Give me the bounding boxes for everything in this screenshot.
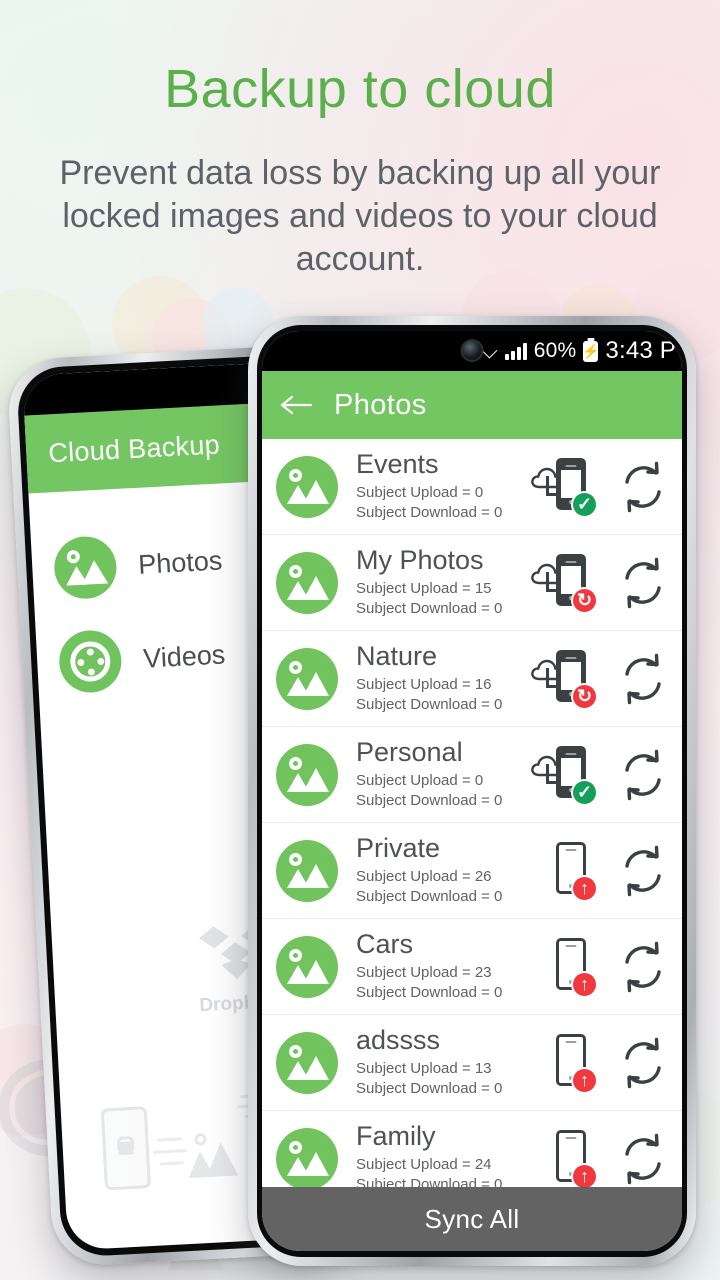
sync-button[interactable]: [604, 1036, 682, 1090]
album-row[interactable]: Family Subject Upload = 24 Subject Downloa…: [262, 1111, 682, 1187]
album-upload-count: Subject Upload = 0: [356, 484, 484, 502]
album-name: Events: [356, 448, 439, 479]
clock-label: 3:43 P: [605, 337, 676, 364]
album-info: Personal Subject Upload = 0 Subject Downlo…: [338, 736, 530, 812]
foreground-phone-mockup: ⌵ 60% ⚡ 3:43 P Photos Events Subject Uplo…: [248, 316, 696, 1266]
album-row[interactable]: Events Subject Upload = 0 Subject Download…: [262, 439, 682, 535]
album-download-count: Subject Download = 0: [356, 984, 503, 1002]
sync-button[interactable]: [604, 460, 682, 514]
locked-phone-icon: [100, 1106, 151, 1191]
retry-badge-icon: ↻: [571, 682, 598, 710]
album-info: Nature Subject Upload = 16 Subject Downloa…: [338, 640, 530, 716]
photo-icon: [276, 551, 338, 614]
sync-button[interactable]: [604, 556, 682, 610]
sync-button[interactable]: [604, 748, 682, 802]
album-row[interactable]: adssss Subject Upload = 13 Subject Downloa…: [262, 1015, 682, 1111]
sync-status-icon: ↻: [530, 646, 604, 712]
sync-status-icon: ↑: [530, 1126, 604, 1187]
album-upload-count: Subject Upload = 24: [356, 1156, 492, 1174]
album-info: Private Subject Upload = 26 Subject Downlo…: [338, 832, 530, 908]
album-download-count: Subject Download = 0: [356, 792, 503, 810]
album-download-count: Subject Download = 0: [356, 600, 503, 618]
page-subtitle: Prevent data loss by backing up all your…: [59, 154, 661, 278]
sync-status-icon: ↻: [530, 550, 604, 616]
album-upload-count: Subject Upload = 15: [356, 580, 492, 598]
sync-button[interactable]: [604, 1132, 682, 1186]
wifi-icon: ⌵: [481, 338, 498, 363]
photo-icon: [276, 839, 338, 902]
photo-icon: [276, 1031, 338, 1094]
sync-status-icon: ✓: [530, 742, 604, 808]
album-info: My Photos Subject Upload = 15 Subject Down…: [338, 544, 530, 620]
sync-status-icon: ↑: [530, 934, 604, 1000]
upload-badge-icon: ↑: [571, 970, 598, 998]
background-phone-title: Cloud Backup: [47, 428, 221, 468]
sync-status-icon: ↑: [530, 838, 604, 904]
battery-charging-icon: ⚡: [582, 340, 600, 362]
album-name: Nature: [356, 640, 438, 671]
retry-badge-icon: ↻: [571, 586, 598, 614]
album-download-count: Subject Download = 0: [356, 504, 503, 522]
photo-icon: [276, 647, 338, 710]
album-name: Cars: [356, 928, 414, 959]
back-arrow-icon[interactable]: [280, 393, 314, 417]
check-badge-icon: ✓: [571, 490, 598, 518]
album-info: Events Subject Upload = 0 Subject Download…: [338, 448, 530, 524]
album-download-count: Subject Download = 0: [356, 1080, 503, 1098]
album-upload-count: Subject Upload = 0: [356, 772, 484, 790]
film-reel-icon: [57, 628, 123, 695]
app-bar-title: Photos: [334, 388, 427, 421]
sync-button[interactable]: [604, 652, 682, 706]
sync-all-label: Sync All: [424, 1203, 520, 1234]
page-title: Backup to cloud: [164, 59, 556, 119]
check-badge-icon: ✓: [571, 778, 598, 806]
signal-bars-icon: [504, 342, 527, 360]
album-row[interactable]: Personal Subject Upload = 0 Subject Downlo…: [262, 727, 682, 823]
photo-icon: [52, 535, 118, 601]
sync-all-button[interactable]: Sync All: [262, 1187, 682, 1251]
upload-badge-icon: ↑: [571, 874, 598, 902]
album-name: Family: [356, 1120, 436, 1151]
album-download-count: Subject Download = 0: [356, 1176, 503, 1187]
album-row[interactable]: Nature Subject Upload = 16 Subject Downloa…: [262, 631, 682, 727]
front-camera-icon: [460, 339, 484, 362]
upload-badge-icon: ↑: [571, 1066, 598, 1094]
battery-percent-label: 60%: [533, 339, 577, 362]
photo-icon: [276, 743, 338, 806]
sync-button[interactable]: [604, 844, 682, 898]
album-name: My Photos: [356, 544, 484, 575]
upload-badge-icon: ↑: [571, 1162, 598, 1187]
album-name: Private: [356, 832, 441, 863]
album-upload-count: Subject Upload = 26: [356, 868, 492, 886]
status-bar: ⌵ 60% ⚡ 3:43 P: [262, 331, 682, 371]
album-row[interactable]: Private Subject Upload = 26 Subject Downlo…: [262, 823, 682, 919]
sync-button[interactable]: [604, 940, 682, 994]
photo-icon: [276, 935, 338, 998]
app-bar: Photos: [262, 371, 682, 439]
album-name: Personal: [356, 736, 463, 767]
app-screen: ⌵ 60% ⚡ 3:43 P Photos Events Subject Uplo…: [262, 331, 682, 1251]
sync-status-icon: ↑: [530, 1030, 604, 1096]
album-info: Cars Subject Upload = 23 Subject Download …: [338, 928, 530, 1004]
photo-icon: [276, 1127, 338, 1187]
album-row[interactable]: Cars Subject Upload = 23 Subject Download …: [262, 919, 682, 1015]
album-info: adssss Subject Upload = 13 Subject Downloa…: [338, 1024, 530, 1100]
album-upload-count: Subject Upload = 13: [356, 1060, 492, 1078]
album-info: Family Subject Upload = 24 Subject Downloa…: [338, 1120, 530, 1187]
image-icon: [180, 1133, 239, 1179]
album-download-count: Subject Download = 0: [356, 696, 503, 714]
album-download-count: Subject Download = 0: [356, 888, 503, 906]
photo-icon: [276, 455, 338, 518]
album-upload-count: Subject Upload = 23: [356, 964, 492, 982]
sync-status-icon: ✓: [530, 454, 604, 520]
foreground-phone-bezel: ⌵ 60% ⚡ 3:43 P Photos Events Subject Uplo…: [257, 325, 687, 1257]
album-upload-count: Subject Upload = 16: [356, 676, 492, 694]
album-row[interactable]: My Photos Subject Upload = 15 Subject Down…: [262, 535, 682, 631]
album-list[interactable]: Events Subject Upload = 0 Subject Download…: [262, 439, 682, 1187]
album-name: adssss: [356, 1024, 441, 1055]
sidebar-item-label: Videos: [142, 638, 226, 674]
sidebar-item-label: Photos: [137, 544, 224, 580]
